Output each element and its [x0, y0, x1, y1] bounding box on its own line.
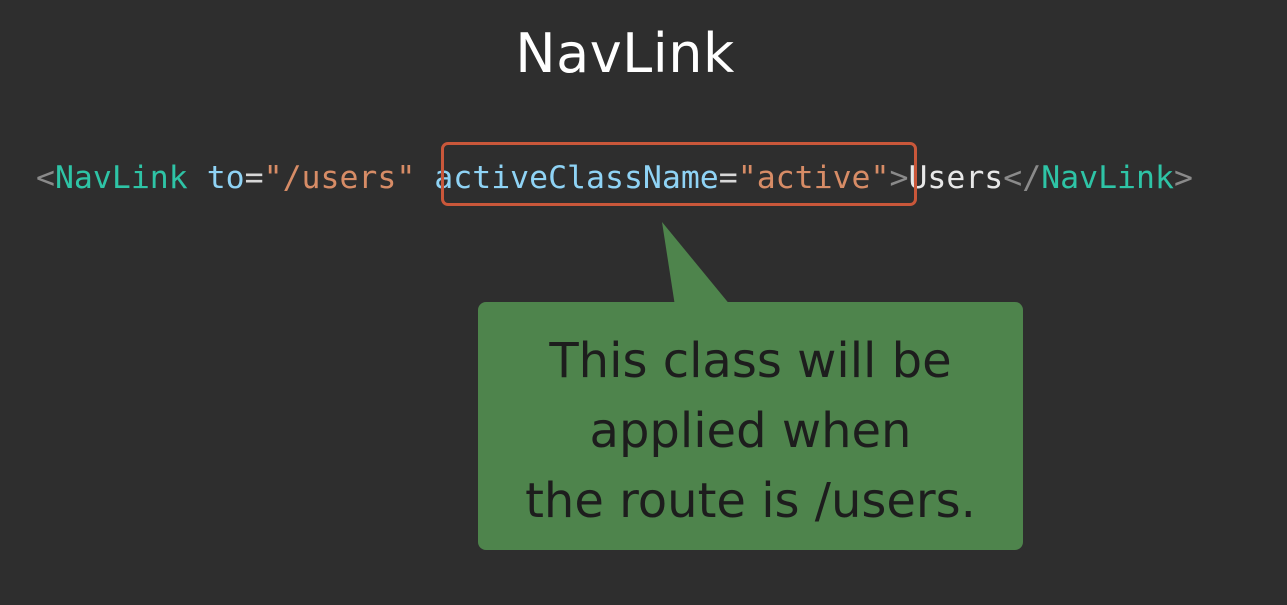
- callout-text: This class will be applied when the rout…: [478, 326, 1023, 536]
- callout-line-2: applied when: [589, 403, 912, 459]
- code-tag-name: NavLink: [54, 160, 188, 196]
- code-end-close-bracket: >: [1173, 160, 1193, 196]
- code-attr-to: to: [206, 160, 245, 196]
- highlight-box: [441, 142, 917, 206]
- code-value-to: "/users": [263, 160, 416, 196]
- code-equals-to: =: [244, 160, 264, 196]
- slide: NavLink <NavLink to="/users" activeClass…: [0, 0, 1287, 605]
- code-end-open-bracket: </: [1003, 160, 1042, 196]
- code-end-tag-name: NavLink: [1041, 160, 1174, 196]
- code-open-bracket: <: [36, 160, 55, 196]
- callout-line-3: the route is /users.: [525, 473, 976, 529]
- slide-title: NavLink: [515, 22, 735, 85]
- callout-line-1: This class will be: [549, 333, 952, 389]
- code-inner-text: Users: [908, 160, 1004, 196]
